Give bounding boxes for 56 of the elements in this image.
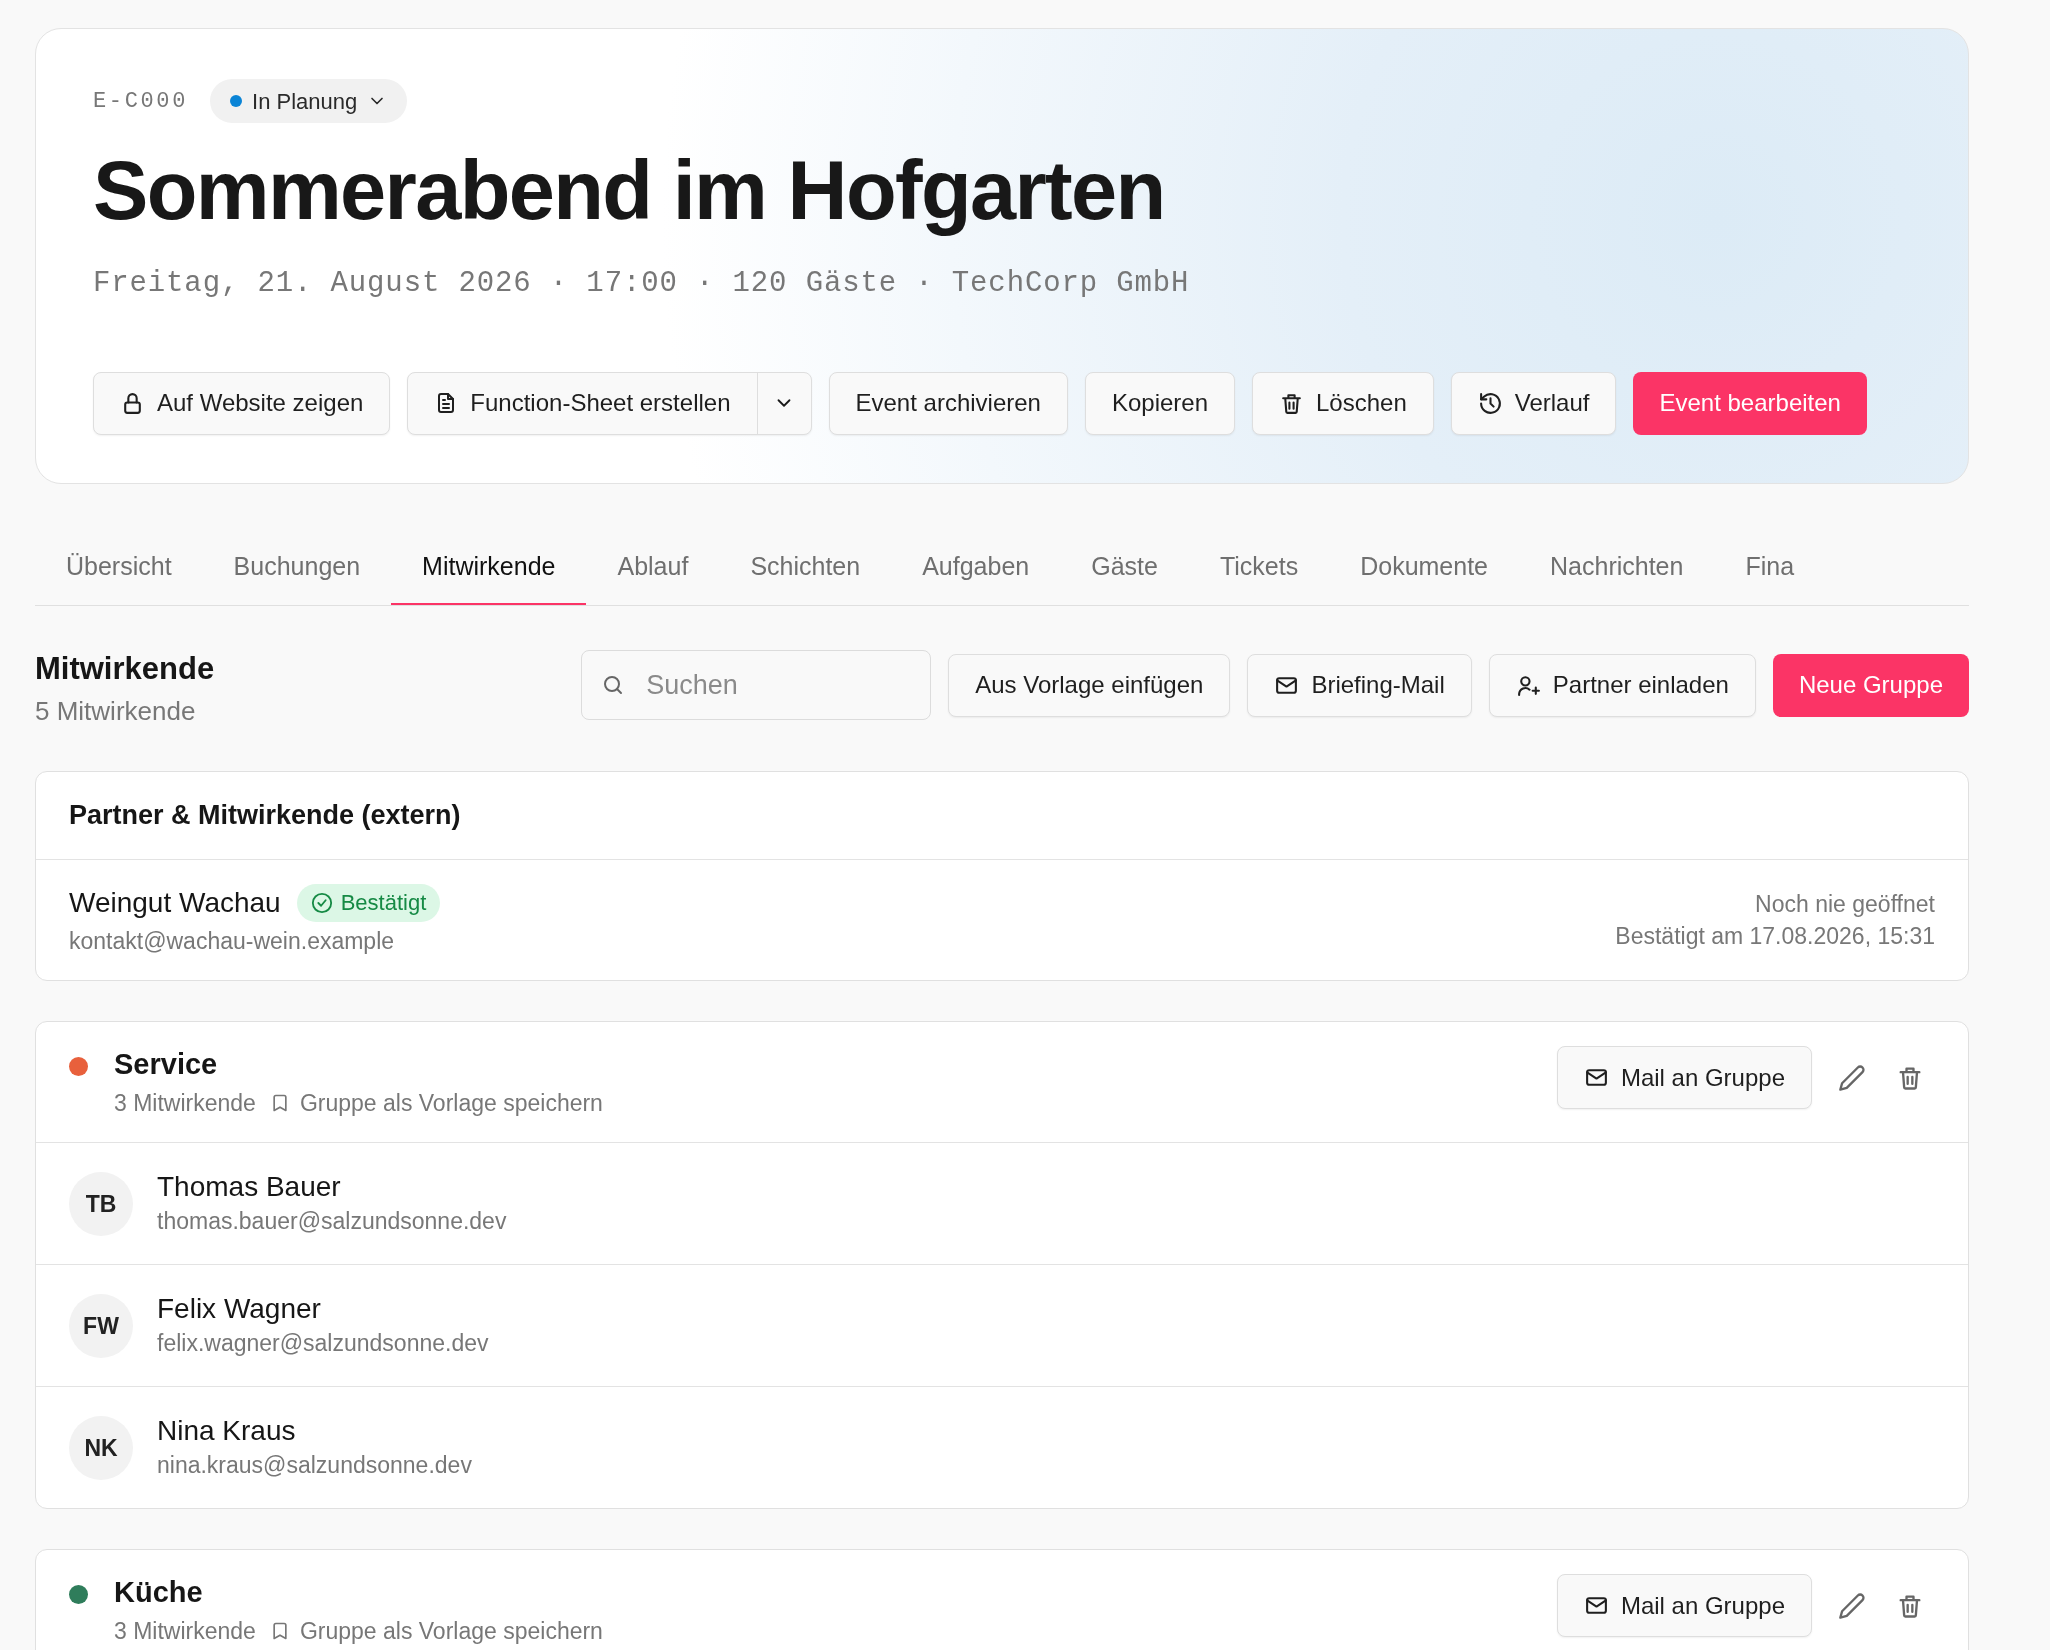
tab[interactable]: Dokumente	[1329, 533, 1520, 606]
tab[interactable]: Mitwirkende	[391, 533, 587, 606]
member-email: nina.kraus@salzundsonne.dev	[157, 1451, 472, 1481]
event-meta: Freitag, 21. August 2026 · 17:00 · 120 Gäste · TechCorp GmbH	[93, 266, 1191, 303]
member-name: Felix Wagner	[157, 1292, 322, 1327]
save-template-link[interactable]: Gruppe als Vorlage speichern	[269, 1085, 603, 1121]
event-title: Sommerabend im Hofgarten	[93, 143, 1166, 239]
mail-group-button[interactable]: Mail an Gruppe	[1556, 1046, 1812, 1110]
tab[interactable]: Gäste	[1060, 533, 1189, 606]
new-group-button[interactable]: Neue Gruppe	[1772, 653, 1969, 717]
action-button[interactable]: Partner einladen	[1488, 653, 1756, 717]
avatar: NK	[69, 1415, 133, 1480]
status-dropdown[interactable]: In Planung	[210, 79, 408, 123]
action-button[interactable]: Kopieren	[1084, 371, 1235, 435]
group-member-count: 3 Mitwirkende	[114, 1088, 256, 1118]
opened-status: Noch nie geöffnet	[1755, 889, 1935, 919]
tab[interactable]: Übersicht	[35, 533, 203, 606]
avatar: TB	[69, 1171, 133, 1236]
action-button[interactable]: Auf Website zeigen	[93, 371, 391, 435]
pencil-icon	[1838, 1591, 1866, 1620]
card-title: Partner & Mitwirkende (extern)	[69, 798, 461, 832]
member-name: Thomas Bauer	[157, 1170, 342, 1205]
member-email: felix.wagner@salzundsonne.dev	[157, 1329, 489, 1359]
tab[interactable]: Buchungen	[202, 533, 392, 606]
status-badge: Bestätigt	[296, 883, 441, 922]
avatar: FW	[69, 1293, 133, 1358]
partner-email: kontakt@wachau-wein.example	[69, 926, 396, 956]
confirmed-date: Bestätigt am 17.08.2026, 15:31	[1615, 921, 1935, 951]
tab[interactable]: Aufgaben	[891, 533, 1061, 606]
action-button[interactable]: Verlauf	[1450, 371, 1617, 435]
group-name: Service	[114, 1047, 219, 1083]
action-button[interactable]: Löschen	[1252, 371, 1434, 435]
action-button[interactable]: Briefing-Mail	[1247, 653, 1472, 717]
group-member-count: 3 Mitwirkende	[114, 1617, 256, 1646]
tab[interactable]: Fina	[1714, 533, 1826, 606]
mail-group-button[interactable]: Mail an Gruppe	[1556, 1574, 1812, 1638]
tab[interactable]: Tickets	[1188, 533, 1330, 606]
event-id: E-C000	[93, 87, 189, 116]
function-sheet-button[interactable]: Function-Sheet erstellen	[408, 372, 757, 434]
tab[interactable]: Schichten	[719, 533, 892, 606]
action-button[interactable]: Event archivieren	[828, 371, 1068, 435]
pencil-icon	[1838, 1063, 1866, 1092]
tab[interactable]: Nachrichten	[1519, 533, 1715, 606]
partner-name: Weingut Wachau	[69, 885, 281, 920]
save-template-link[interactable]: Gruppe als Vorlage speichern	[269, 1614, 603, 1649]
check-circle-icon	[310, 891, 333, 914]
tab[interactable]: Ablauf	[586, 533, 720, 606]
member-email: thomas.bauer@salzundsonne.dev	[157, 1207, 507, 1237]
search-field[interactable]: Suchen	[581, 650, 932, 721]
member-name: Nina Kraus	[157, 1414, 297, 1449]
action-button[interactable]: Aus Vorlage einfügen	[948, 653, 1231, 717]
section-title: Mitwirkende	[35, 650, 215, 688]
history-icon	[1477, 390, 1503, 416]
group-name: Küche	[114, 1575, 204, 1611]
edit-event-button[interactable]: Event bearbeiten	[1633, 371, 1867, 435]
member-count: 5 Mitwirkende	[35, 694, 197, 728]
